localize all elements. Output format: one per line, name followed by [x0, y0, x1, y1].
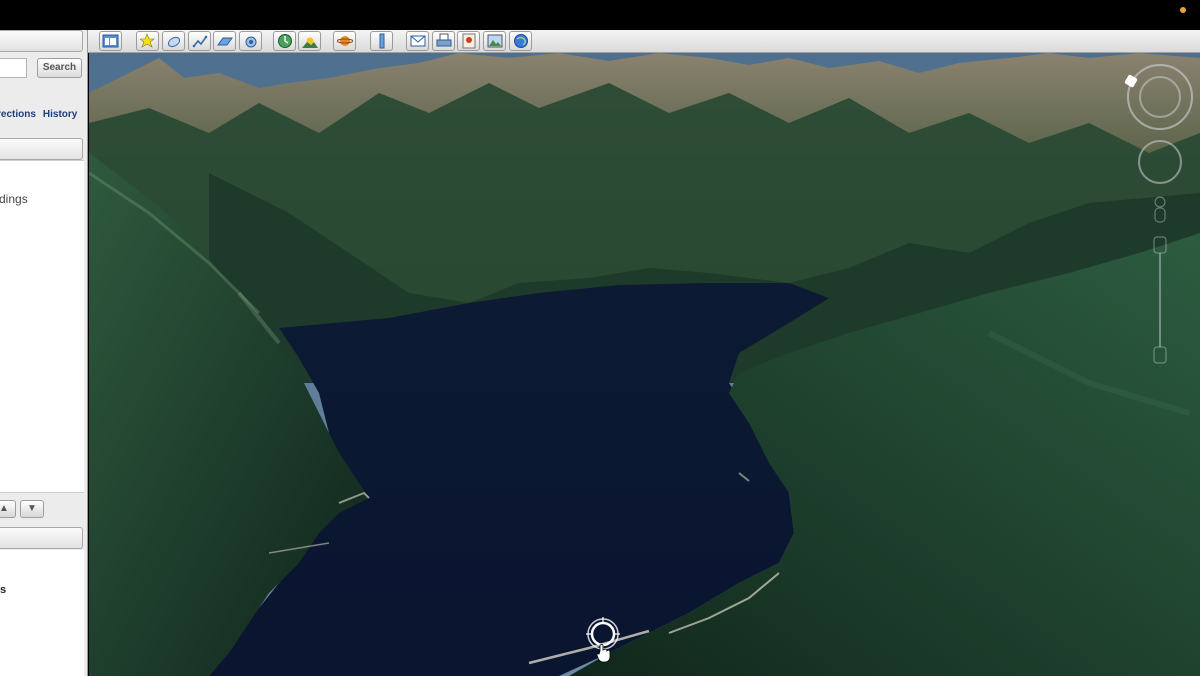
zoom-slider[interactable] — [1153, 236, 1167, 364]
historical-imagery-icon — [277, 34, 292, 48]
sidebar-search-header[interactable] — [0, 30, 83, 52]
sidebar: Search rections History dings ▲ ▼ s — [0, 30, 88, 676]
ruler-icon — [379, 33, 384, 49]
sunlight-button[interactable] — [298, 31, 321, 51]
look-joystick[interactable] — [1127, 64, 1193, 130]
directions-link[interactable]: rections — [0, 109, 36, 120]
add-placemark-icon — [139, 33, 155, 48]
add-path-icon — [192, 35, 207, 48]
save-image-icon — [487, 34, 502, 48]
print-icon — [436, 33, 451, 47]
search-input[interactable] — [0, 58, 27, 78]
add-image-overlay-button[interactable] — [213, 31, 236, 51]
places-move-controls: ▲ ▼ — [0, 500, 44, 518]
ruler-button[interactable] — [370, 31, 393, 51]
places-header[interactable] — [0, 138, 83, 160]
layers-header[interactable] — [0, 527, 83, 549]
hide-sidebar-icon — [102, 34, 119, 48]
search-button[interactable]: Search — [37, 58, 82, 78]
switch-sky-button[interactable] — [333, 31, 356, 51]
view-in-maps-icon — [462, 33, 475, 49]
move-down-button[interactable]: ▼ — [20, 500, 44, 518]
add-path-button[interactable] — [188, 31, 211, 51]
email-button[interactable] — [406, 31, 429, 51]
record-tour-icon — [245, 36, 256, 48]
center-target-icon — [583, 615, 623, 663]
switch-sky-icon — [336, 36, 353, 46]
email-icon — [410, 35, 425, 47]
toolbar — [88, 30, 1200, 53]
record-tour-button[interactable] — [239, 31, 262, 51]
layers-item-label[interactable]: s — [0, 584, 6, 596]
add-polygon-icon — [167, 36, 180, 48]
historical-imagery-button[interactable] — [273, 31, 296, 51]
sunlight-icon — [301, 37, 318, 48]
history-link[interactable]: History — [43, 109, 77, 120]
hide-sidebar-button[interactable] — [99, 31, 122, 51]
window-title-bar — [0, 0, 1200, 30]
save-image-button[interactable] — [483, 31, 506, 51]
globe-button[interactable] — [509, 31, 532, 51]
navigation-controls — [1124, 62, 1200, 372]
street-view-pegman-icon[interactable] — [1154, 196, 1166, 223]
move-up-button[interactable]: ▲ — [0, 500, 16, 518]
print-button[interactable] — [432, 31, 455, 51]
move-joystick[interactable] — [1138, 140, 1182, 184]
search-tabs: rections History — [0, 109, 77, 120]
places-panel — [0, 160, 84, 493]
places-item-label[interactable]: dings — [0, 192, 28, 206]
add-image-overlay-icon — [216, 37, 233, 46]
add-placemark-button[interactable] — [136, 31, 159, 51]
add-polygon-button[interactable] — [162, 31, 185, 51]
layers-panel — [0, 550, 84, 676]
view-in-maps-button[interactable] — [457, 31, 480, 51]
map-3d-view[interactable] — [89, 53, 1200, 676]
status-dot — [1180, 7, 1186, 13]
terrain-imagery — [89, 53, 1200, 676]
globe-icon — [513, 34, 528, 48]
